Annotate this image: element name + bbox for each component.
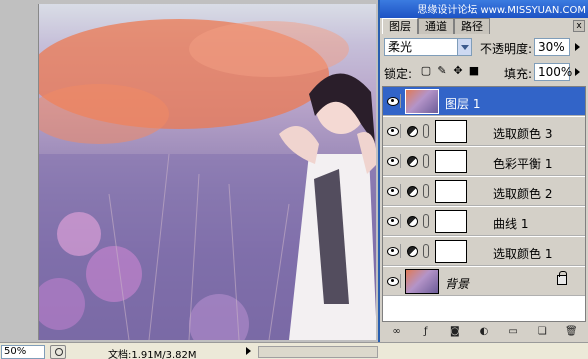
layer-row[interactable]: 色彩平衡 1: [383, 147, 585, 176]
chevron-down-icon: [457, 39, 471, 55]
document-canvas[interactable]: [38, 4, 376, 340]
document-size: 文档:1.91M/3.82M: [108, 350, 197, 359]
chain-icon[interactable]: [423, 214, 429, 228]
status-bar: 50% 文档:1.91M/3.82M: [0, 342, 588, 359]
group-icon[interactable]: ▭: [506, 326, 520, 338]
blend-mode-value: 柔光: [388, 40, 413, 54]
lock-row: 锁定: ▢ ✎ ✥ ■ 填充: 100%: [384, 62, 586, 82]
layer-row[interactable]: 曲线 1: [383, 207, 585, 236]
chain-icon[interactable]: [423, 124, 429, 138]
lock-all-icon[interactable]: ■: [468, 65, 480, 77]
eye-icon[interactable]: [385, 244, 401, 258]
opacity-field[interactable]: 30%: [534, 38, 570, 56]
adjustment-layer-icon: [407, 246, 418, 257]
eye-icon[interactable]: [385, 124, 401, 138]
mask-icon[interactable]: ◙: [448, 326, 462, 338]
chain-icon[interactable]: [423, 244, 429, 258]
lock-label: 锁定:: [384, 67, 413, 81]
layer-name: 选取颜色 1: [493, 247, 553, 261]
lock-brush-icon[interactable]: ✎: [436, 65, 448, 77]
layer-name: 背景: [445, 277, 470, 291]
layer-name: 选取颜色 2: [493, 187, 553, 201]
layer-row[interactable]: 背景: [383, 267, 585, 296]
status-menu-icon[interactable]: [50, 345, 66, 359]
layers-list: 图层 1 选取颜色 3 色彩平衡 1 选取颜色 2 曲线 1 选取颜色 1 背景: [382, 86, 586, 322]
layer-name: 图层 1: [445, 97, 481, 111]
adjustment-layer-icon: [407, 156, 418, 167]
panel-titlebar[interactable]: 思缘设计论坛 www.MISSYUAN.COM: [380, 0, 588, 18]
tab-paths[interactable]: 路径: [454, 18, 490, 34]
photo-image: [39, 19, 376, 340]
adjustment-layer-icon: [407, 126, 418, 137]
blend-mode-select[interactable]: 柔光: [384, 38, 472, 56]
adjustment-layer-icon: [407, 216, 418, 227]
layer-mask-thumbnail[interactable]: [435, 210, 467, 233]
layer-row[interactable]: 选取颜色 3: [383, 117, 585, 146]
canvas-area: [0, 0, 378, 342]
fill-field[interactable]: 100%: [534, 63, 572, 81]
layer-mask-thumbnail[interactable]: [435, 120, 467, 143]
layer-thumbnail: [405, 269, 439, 294]
opacity-slider-arrow-icon[interactable]: [572, 39, 584, 55]
watermark-text: 思缘设计论坛 www.MISSYUAN.COM: [417, 5, 586, 16]
lock-icon: [557, 271, 567, 285]
fill-label: 填充:: [504, 67, 533, 81]
layer-thumbnail: [405, 89, 439, 114]
chain-icon[interactable]: [423, 154, 429, 168]
adjustment-icon[interactable]: ◐: [477, 326, 491, 338]
panel-footer: ∞ ƒ ◙ ◐ ▭ ❏ 🗑: [382, 324, 586, 340]
eye-icon[interactable]: [385, 184, 401, 198]
layer-name: 色彩平衡 1: [493, 157, 553, 171]
fx-icon[interactable]: ƒ: [419, 326, 433, 338]
layer-name: 曲线 1: [493, 217, 529, 231]
eye-icon[interactable]: [385, 214, 401, 228]
fill-slider-arrow-icon[interactable]: [572, 64, 584, 80]
tab-layers[interactable]: 图层: [382, 18, 418, 34]
link-icon[interactable]: ∞: [390, 326, 404, 338]
layer-mask-thumbnail[interactable]: [435, 180, 467, 203]
new-layer-icon[interactable]: ❏: [535, 326, 549, 338]
chain-icon[interactable]: [423, 184, 429, 198]
layer-mask-thumbnail[interactable]: [435, 240, 467, 263]
close-icon[interactable]: x: [573, 20, 585, 32]
trash-icon[interactable]: 🗑: [564, 326, 578, 338]
horizontal-scrollbar[interactable]: [258, 346, 378, 358]
panel-tabs: 图层 通道 路径: [382, 18, 588, 34]
layer-mask-thumbnail[interactable]: [435, 150, 467, 173]
layer-row[interactable]: 选取颜色 1: [383, 237, 585, 266]
layer-row[interactable]: 选取颜色 2: [383, 177, 585, 206]
eye-icon[interactable]: [385, 274, 401, 288]
layer-name: 选取颜色 3: [493, 127, 553, 141]
adjustment-layer-icon: [407, 186, 418, 197]
zoom-field[interactable]: 50%: [1, 345, 45, 359]
eye-icon[interactable]: [385, 94, 401, 108]
layer-row[interactable]: 图层 1: [383, 87, 585, 116]
lock-move-icon[interactable]: ✥: [452, 65, 464, 77]
opacity-label: 不透明度:: [480, 42, 533, 56]
eye-icon[interactable]: [385, 154, 401, 168]
tab-channels[interactable]: 通道: [418, 18, 454, 34]
lock-transparency-icon[interactable]: ▢: [420, 65, 432, 77]
status-arrow-icon[interactable]: [246, 347, 251, 355]
layers-panel: 思缘设计论坛 www.MISSYUAN.COM 图层 通道 路径 x 柔光 不透…: [378, 0, 588, 342]
blend-row: 柔光 不透明度: 30%: [384, 38, 586, 58]
